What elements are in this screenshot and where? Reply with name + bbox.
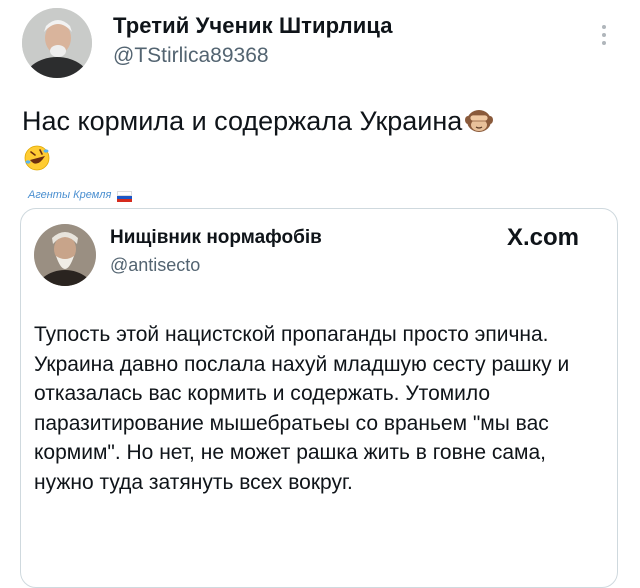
rolling-on-floor-laughing-icon — [24, 145, 50, 171]
quoted-tweet-text: Тупость этой нацистской пропаганды прост… — [34, 323, 570, 494]
see-no-evil-monkey-icon — [465, 110, 494, 132]
author-name[interactable]: Третий Ученик Штирлица — [113, 13, 393, 39]
quoted-author-handle[interactable]: @antisecto — [110, 255, 200, 276]
watermark-label: Агенты Кремля — [28, 189, 112, 201]
source-site-label: X.com — [507, 224, 580, 251]
dot-icon — [602, 41, 606, 45]
dot-icon — [602, 25, 606, 29]
watermark: Агенты Кремля — [28, 189, 133, 202]
author-handle[interactable]: @TStirlica89368 — [113, 44, 269, 68]
author-avatar[interactable] — [22, 8, 92, 78]
more-options-button[interactable] — [593, 18, 615, 52]
quoted-author-name[interactable]: Нищівник нормафобів — [110, 227, 322, 249]
quoted-author-avatar[interactable] — [34, 224, 96, 286]
tweet-body: Нас кормила и содержала Украина — [22, 106, 463, 136]
tweet-text: Нас кормила и содержала Украина — [22, 102, 622, 178]
dot-icon — [602, 33, 606, 37]
russian-flag-icon — [117, 190, 133, 202]
